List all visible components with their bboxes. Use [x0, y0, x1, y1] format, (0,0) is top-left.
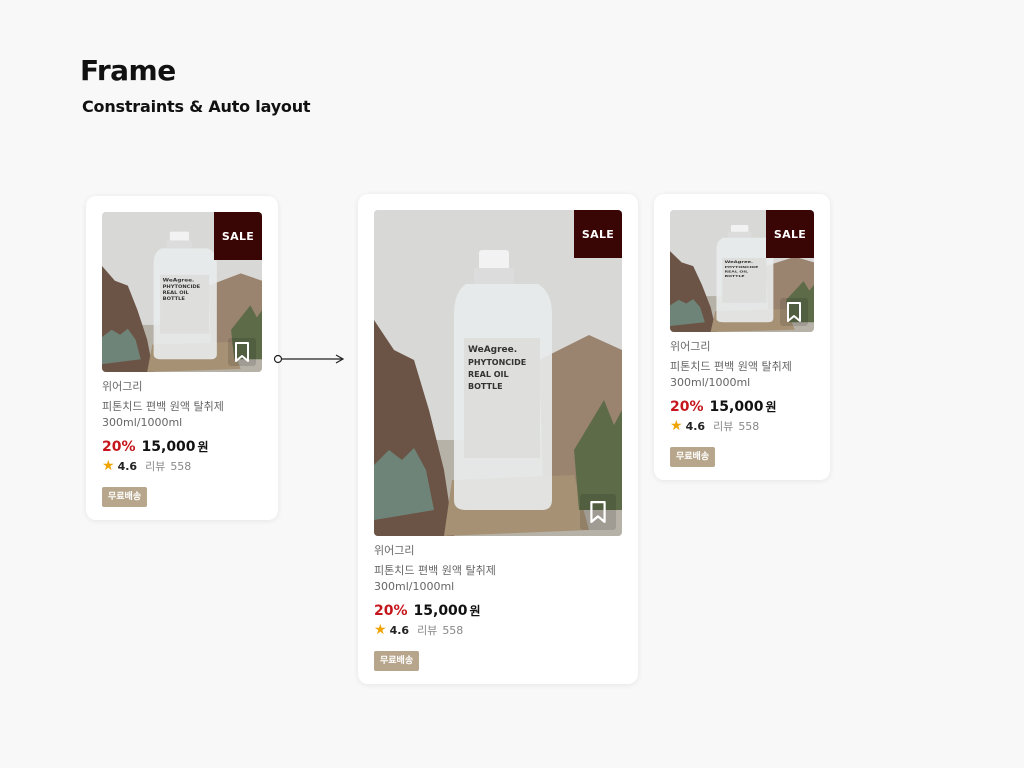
product-info: 위어그리 피톤치드 편백 원액 탈취제 300ml/1000ml 20% 15,… [102, 380, 262, 507]
currency: 원 [197, 440, 209, 454]
review-count: 558 [442, 623, 464, 637]
arrow-connector [273, 354, 345, 364]
currency: 원 [765, 400, 777, 414]
free-shipping-tag: 무료배송 [374, 651, 420, 671]
product-info: 위어그리 피톤치드 편백 원액 탈취제 300ml/1000ml 20% 15,… [670, 340, 814, 467]
sale-badge: SALE [766, 210, 814, 258]
price: 15,000 [413, 603, 468, 619]
star-icon: ★ [670, 418, 683, 434]
image-label-line-4: BOTTLE [725, 274, 745, 278]
review-label: 리뷰 [145, 460, 166, 473]
star-icon: ★ [102, 458, 115, 474]
page-title: Frame [80, 54, 176, 87]
brand-name[interactable]: 위어그리 [102, 380, 262, 394]
price-row: 20% 15,000 원 [374, 602, 622, 619]
discount-rate: 20% [670, 399, 704, 415]
product-info: 위어그리 피톤치드 편백 원액 탈취제 300ml/1000ml 20% 15,… [374, 544, 622, 671]
brand-name[interactable]: 위어그리 [374, 544, 622, 558]
review-label: 리뷰 [417, 624, 438, 637]
product-name[interactable]: 피톤치드 편백 원액 탈취제 [670, 360, 814, 374]
rating-row: ★ 4.6 리뷰 558 [374, 622, 622, 638]
review-label: 리뷰 [713, 420, 734, 433]
image-label-line-2: PHYTONCIDE [725, 265, 759, 269]
image-label-line-3: REAL OIL [163, 291, 189, 296]
image-label-line-3: REAL OIL [468, 370, 509, 379]
rating-row: ★ 4.6 리뷰 558 [102, 458, 262, 474]
product-image[interactable]: WeAgree. PHYTONCIDE REAL OIL BOTTLE SALE [374, 210, 622, 536]
price-row: 20% 15,000 원 [670, 398, 814, 415]
rating-row: ★ 4.6 리뷰 558 [670, 418, 814, 434]
product-volume: 300ml/1000ml [102, 416, 183, 429]
bookmark-button[interactable] [580, 494, 616, 530]
sale-badge: SALE [574, 210, 622, 258]
image-label-line-3: REAL OIL [725, 269, 749, 273]
product-card-scaled[interactable]: WeAgree. PHYTONCIDE REAL OIL BOTTLE SALE… [358, 194, 638, 684]
image-label-line-4: BOTTLE [468, 382, 503, 391]
currency: 원 [469, 604, 481, 618]
image-label-line-1: WeAgree. [468, 345, 517, 355]
price-row: 20% 15,000 원 [102, 438, 262, 455]
rating-value: 4.6 [685, 419, 706, 433]
bookmark-button[interactable] [780, 298, 808, 326]
bookmark-icon [590, 501, 606, 523]
bookmark-icon [787, 302, 801, 322]
star-icon: ★ [374, 622, 387, 638]
product-volume: 300ml/1000ml [374, 580, 455, 593]
rating-value: 4.6 [389, 623, 410, 637]
product-volume: 300ml/1000ml [670, 376, 751, 389]
page-subtitle: Constraints & Auto layout [82, 97, 311, 116]
free-shipping-tag: 무료배송 [670, 447, 716, 467]
image-label-line-2: PHYTONCIDE [163, 285, 201, 290]
price: 15,000 [709, 399, 764, 415]
discount-rate: 20% [374, 603, 408, 619]
discount-rate: 20% [102, 439, 136, 455]
product-name[interactable]: 피톤치드 편백 원액 탈취제 [374, 564, 622, 578]
product-photo: WeAgree. PHYTONCIDE REAL OIL BOTTLE [374, 210, 622, 536]
review-count: 558 [738, 419, 760, 433]
image-label-line-4: BOTTLE [163, 296, 185, 301]
image-label-line-1: WeAgree. [163, 278, 195, 283]
product-card-original[interactable]: WeAgree. PHYTONCIDE REAL OIL BOTTLE SALE… [86, 196, 278, 520]
product-image[interactable]: WeAgree. PHYTONCIDE REAL OIL BOTTLE SALE [102, 212, 262, 372]
rating-value: 4.6 [117, 459, 138, 473]
price: 15,000 [141, 439, 196, 455]
product-image[interactable]: WeAgree. PHYTONCIDE REAL OIL BOTTLE SALE [670, 210, 814, 332]
brand-name[interactable]: 위어그리 [670, 340, 814, 354]
image-label-line-1: WeAgree. [725, 260, 754, 265]
review-count: 558 [170, 459, 192, 473]
product-name[interactable]: 피톤치드 편백 원액 탈취제 [102, 400, 262, 414]
sale-badge: SALE [214, 212, 262, 260]
product-card-constrained[interactable]: WeAgree. PHYTONCIDE REAL OIL BOTTLE SALE… [654, 194, 830, 480]
image-label-line-2: PHYTONCIDE [468, 358, 526, 367]
free-shipping-tag: 무료배송 [102, 487, 148, 507]
bookmark-button[interactable] [228, 338, 256, 366]
bookmark-icon [235, 342, 249, 362]
